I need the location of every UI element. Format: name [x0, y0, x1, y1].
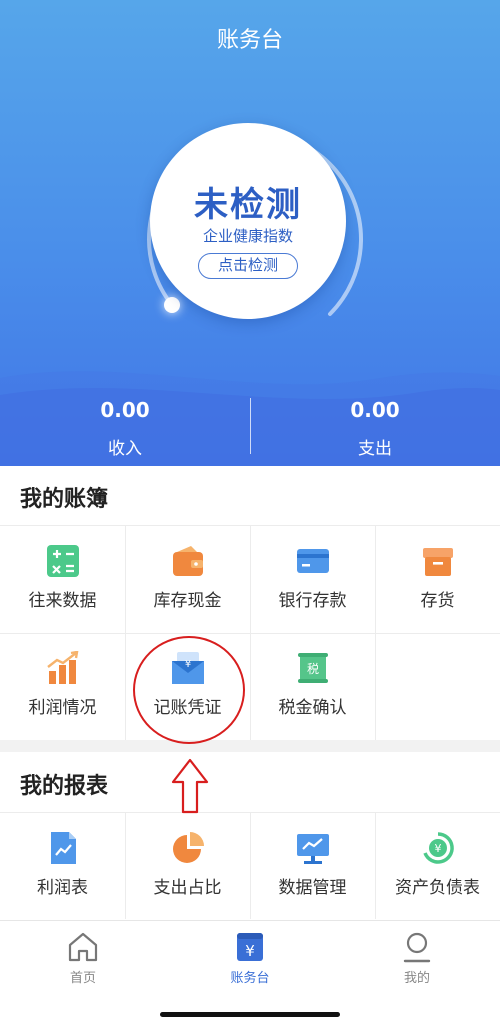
expense-label: 支出	[358, 439, 392, 459]
health-subtitle: 企业健康指数	[202, 227, 293, 245]
tab-mine[interactable]: 我的	[357, 931, 477, 986]
ledger-item-contacts[interactable]: 往来数据	[0, 526, 125, 632]
ledger-section-title: 我的账簿	[20, 487, 109, 512]
health-status: 未检测	[194, 185, 302, 225]
report-item-label: 利润表	[37, 878, 88, 898]
ledger-item-label: 税金确认	[278, 698, 347, 718]
ledger-item-label: 存货	[420, 591, 455, 611]
income-value: 0.00	[100, 398, 150, 422]
tax-scroll-icon: 税	[298, 653, 328, 683]
calculator-icon	[47, 545, 79, 577]
tab-home[interactable]: 首页	[23, 931, 143, 986]
section-gap	[0, 740, 500, 752]
reports-grid: 利润表 支出占比 数据管理 ¥ 资产负债表	[0, 813, 500, 919]
home-icon	[68, 932, 98, 962]
ledger-yuan-icon: ¥	[237, 933, 263, 961]
ledger-item-inventory[interactable]: 存货	[375, 526, 500, 632]
income-label: 收入	[108, 439, 142, 459]
report-item-balance-sheet[interactable]: ¥ 资产负债表	[375, 813, 500, 919]
ledger-item-profit[interactable]: 利润情况	[0, 633, 125, 739]
report-item-label: 支出占比	[153, 878, 222, 898]
highlight-circle-annotation	[133, 636, 245, 744]
bank-card-icon	[297, 549, 329, 573]
gauge-knob	[164, 297, 180, 313]
monitor-chart-icon	[297, 834, 329, 864]
yuan-cycle-icon: ¥	[423, 832, 454, 864]
svg-text:税: 税	[307, 662, 319, 676]
ledger-item-cash[interactable]: 库存现金	[125, 526, 250, 632]
ledger-item-bank[interactable]: 银行存款	[250, 526, 375, 632]
report-item-profit-statement[interactable]: 利润表	[0, 813, 125, 919]
income-stat[interactable]: 0.00 收入	[0, 398, 250, 459]
report-item-label: 数据管理	[278, 878, 347, 898]
ledger-item-label: 利润情况	[28, 698, 97, 718]
report-item-data-management[interactable]: 数据管理	[250, 813, 375, 919]
report-item-label: 资产负债表	[395, 878, 480, 898]
user-icon	[403, 932, 431, 963]
ledger-grid: 往来数据 库存现金 银行存款 存货 利润情况 ¥ 记账凭证 税 税金确认	[0, 526, 500, 740]
reports-section-title: 我的报表	[20, 774, 109, 799]
report-item-expense-ratio[interactable]: 支出占比	[125, 813, 250, 919]
document-trend-icon	[51, 832, 76, 864]
pie-chart-icon	[173, 832, 204, 863]
tab-label: 账务台	[230, 971, 270, 986]
svg-text:¥: ¥	[245, 942, 255, 960]
health-index-circle: 未检测 企业健康指数 点击检测	[150, 123, 346, 319]
tab-ledger[interactable]: ¥ 账务台	[190, 931, 310, 986]
ledger-item-label: 银行存款	[278, 591, 347, 611]
box-icon	[423, 548, 453, 576]
ledger-item-label: 库存现金	[153, 591, 222, 611]
up-arrow-annotation	[171, 758, 209, 814]
expense-value: 0.00	[350, 398, 400, 422]
svg-text:¥: ¥	[435, 842, 442, 855]
hero-panel: 账务台 未检测 企业健康指数 点击检测 0.00 收入 0.00 支出	[0, 0, 500, 466]
check-health-button[interactable]: 点击检测	[198, 253, 298, 279]
wallet-icon	[173, 546, 203, 576]
expense-stat[interactable]: 0.00 支出	[250, 398, 500, 459]
home-indicator	[160, 1012, 340, 1017]
tab-label: 首页	[69, 971, 96, 986]
ledger-item-tax[interactable]: 税 税金确认	[250, 633, 375, 739]
tab-label: 我的	[403, 971, 430, 986]
bar-trend-icon	[47, 651, 79, 684]
ledger-item-label: 往来数据	[28, 591, 97, 611]
